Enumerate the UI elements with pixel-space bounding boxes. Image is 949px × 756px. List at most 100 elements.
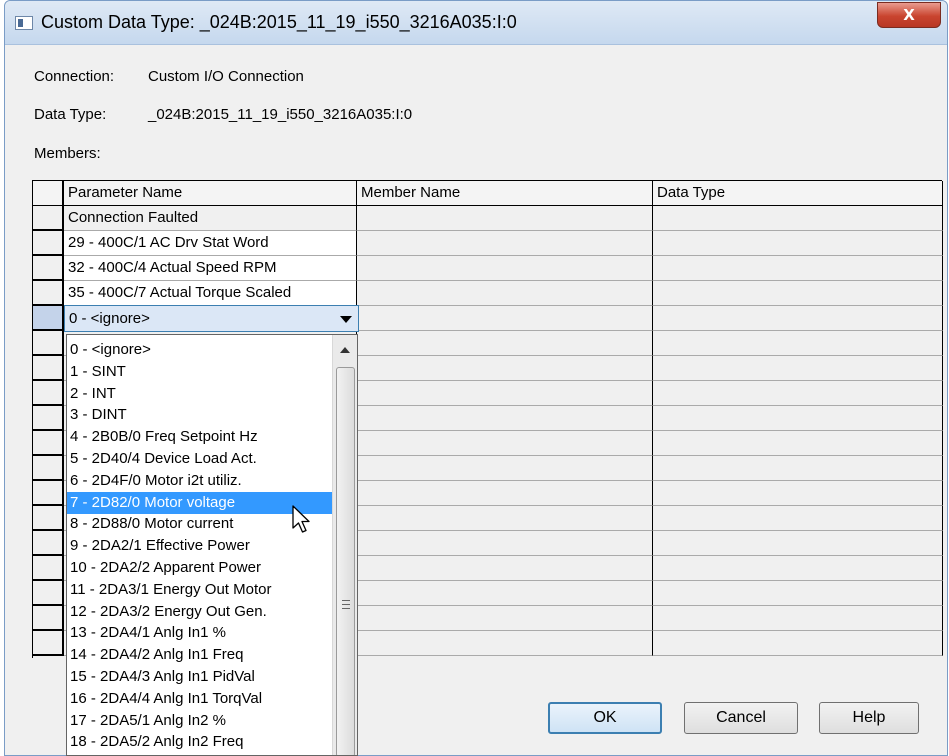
cell-data-type[interactable] <box>653 631 943 656</box>
cell-member-name[interactable] <box>357 481 653 506</box>
row-selector[interactable] <box>33 581 64 606</box>
row-selector[interactable] <box>33 631 64 656</box>
cell-member-name[interactable] <box>357 206 653 231</box>
dropdown-option[interactable]: 3 - DINT <box>67 404 332 426</box>
row-selector[interactable] <box>33 331 64 356</box>
cell-parameter-name[interactable]: 29 - 400C/1 AC Drv Stat Word <box>64 231 357 256</box>
cell-parameter-name[interactable]: 35 - 400C/7 Actual Torque Scaled <box>64 281 357 306</box>
chevron-down-icon[interactable] <box>340 316 352 323</box>
dropdown-option[interactable]: 12 - 2DA3/2 Energy Out Gen. <box>67 601 332 623</box>
connection-label: Connection: <box>34 68 115 85</box>
row-selector[interactable] <box>33 381 64 406</box>
cell-member-name[interactable] <box>357 631 653 656</box>
cell-data-type[interactable] <box>653 281 943 306</box>
dropdown-option[interactable]: 1 - SINT <box>67 361 332 383</box>
cell-data-type[interactable] <box>653 556 943 581</box>
cell-data-type[interactable] <box>653 206 943 231</box>
cell-member-name[interactable] <box>357 331 653 356</box>
cell-member-name[interactable] <box>357 456 653 481</box>
dropdown-option[interactable]: 17 - 2DA5/1 Anlg In2 % <box>67 710 332 732</box>
row-selector[interactable] <box>33 431 64 456</box>
row-selector[interactable] <box>33 506 64 531</box>
row-selector[interactable] <box>33 456 64 481</box>
row-selector[interactable] <box>33 281 64 306</box>
cell-data-type[interactable] <box>653 431 943 456</box>
cell-member-name[interactable] <box>357 406 653 431</box>
cell-data-type[interactable] <box>653 506 943 531</box>
dropdown-option[interactable]: 0 - <ignore> <box>67 339 332 361</box>
scrollbar-thumb[interactable] <box>336 367 355 755</box>
close-button[interactable]: X <box>877 2 941 28</box>
dropdown-option[interactable]: 15 - 2DA4/3 Anlg In1 PidVal <box>67 666 332 688</box>
row-selector[interactable] <box>33 606 64 631</box>
cell-member-name[interactable] <box>357 581 653 606</box>
row-selector[interactable] <box>33 531 64 556</box>
data-type-value: _024B:2015_11_19_i550_3216A035:I:0 <box>148 106 413 123</box>
window-title: Custom Data Type: _024B:2015_11_19_i550_… <box>41 12 517 32</box>
column-header-member-name[interactable]: Member Name <box>357 181 653 206</box>
cell-member-name[interactable] <box>357 606 653 631</box>
dropdown-option[interactable]: 6 - 2D4F/0 Motor i2t utiliz. <box>67 470 332 492</box>
cell-data-type[interactable] <box>653 381 943 406</box>
cell-member-name[interactable] <box>357 431 653 456</box>
cell-member-name[interactable] <box>357 231 653 256</box>
cell-data-type[interactable] <box>653 606 943 631</box>
dropdown-option[interactable]: 13 - 2DA4/1 Anlg In1 % <box>67 622 332 644</box>
app-icon <box>15 16 33 30</box>
row-selector[interactable] <box>33 306 64 331</box>
cell-data-type[interactable] <box>653 256 943 281</box>
title-bar[interactable]: Custom Data Type: _024B:2015_11_19_i550_… <box>5 1 947 45</box>
row-selector[interactable] <box>33 556 64 581</box>
help-button[interactable]: Help <box>819 702 919 734</box>
cell-data-type[interactable] <box>653 531 943 556</box>
cell-data-type[interactable] <box>653 356 943 381</box>
row-selector[interactable] <box>33 481 64 506</box>
dropdown-option[interactable]: 16 - 2DA4/4 Anlg In1 TorqVal <box>67 688 332 710</box>
cell-member-name[interactable] <box>357 256 653 281</box>
dropdown-option[interactable]: 5 - 2D40/4 Device Load Act. <box>67 448 332 470</box>
cell-data-type[interactable] <box>653 481 943 506</box>
cell-parameter-name[interactable]: Connection Faulted <box>64 206 357 231</box>
column-header-data-type[interactable]: Data Type <box>653 181 943 206</box>
combo-value: 0 - <ignore> <box>69 310 150 327</box>
cell-member-name[interactable] <box>357 531 653 556</box>
dropdown-scrollbar[interactable] <box>332 335 357 755</box>
cell-data-type[interactable] <box>653 231 943 256</box>
dropdown-option[interactable]: 18 - 2DA5/2 Anlg In2 Freq <box>67 731 332 753</box>
row-selector[interactable] <box>33 406 64 431</box>
cell-data-type[interactable] <box>653 306 943 331</box>
cancel-button[interactable]: Cancel <box>684 702 798 734</box>
header-corner <box>33 181 64 206</box>
cell-data-type[interactable] <box>653 406 943 431</box>
cell-data-type[interactable] <box>653 331 943 356</box>
cell-member-name[interactable] <box>357 281 653 306</box>
column-header-parameter-name[interactable]: Parameter Name <box>64 181 357 206</box>
grip-icon <box>342 600 350 609</box>
cell-data-type[interactable] <box>653 456 943 481</box>
members-label: Members: <box>34 145 101 162</box>
dropdown-option[interactable]: 11 - 2DA3/1 Energy Out Motor <box>67 579 332 601</box>
row-selector[interactable] <box>33 206 64 231</box>
cell-member-name[interactable] <box>357 306 653 331</box>
cell-member-name[interactable] <box>357 556 653 581</box>
cell-member-name[interactable] <box>357 506 653 531</box>
row-selector[interactable] <box>33 256 64 281</box>
cell-member-name[interactable] <box>357 381 653 406</box>
scroll-up-arrow-icon[interactable] <box>340 347 350 353</box>
connection-value: Custom I/O Connection <box>148 68 304 85</box>
cell-data-type[interactable] <box>653 581 943 606</box>
dropdown-option[interactable]: 10 - 2DA2/2 Apparent Power <box>67 557 332 579</box>
dropdown-option[interactable]: 4 - 2B0B/0 Freq Setpoint Hz <box>67 426 332 448</box>
dropdown-option[interactable]: 2 - INT <box>67 383 332 405</box>
cell-member-name[interactable] <box>357 356 653 381</box>
mouse-pointer-icon <box>292 505 310 533</box>
dropdown-option[interactable]: 9 - 2DA2/1 Effective Power <box>67 535 332 557</box>
parameter-combo-box[interactable]: 0 - <ignore> <box>64 305 359 332</box>
cell-parameter-name[interactable]: 32 - 400C/4 Actual Speed RPM <box>64 256 357 281</box>
dropdown-option[interactable]: 14 - 2DA4/2 Anlg In1 Freq <box>67 644 332 666</box>
parameter-dropdown-list[interactable]: 0 - <ignore> 1 - SINT 2 - INT 3 - DINT 4 - 2… <box>66 334 358 756</box>
close-icon: X <box>903 6 915 24</box>
ok-button[interactable]: OK <box>548 702 662 734</box>
row-selector[interactable] <box>33 231 64 256</box>
row-selector[interactable] <box>33 356 64 381</box>
